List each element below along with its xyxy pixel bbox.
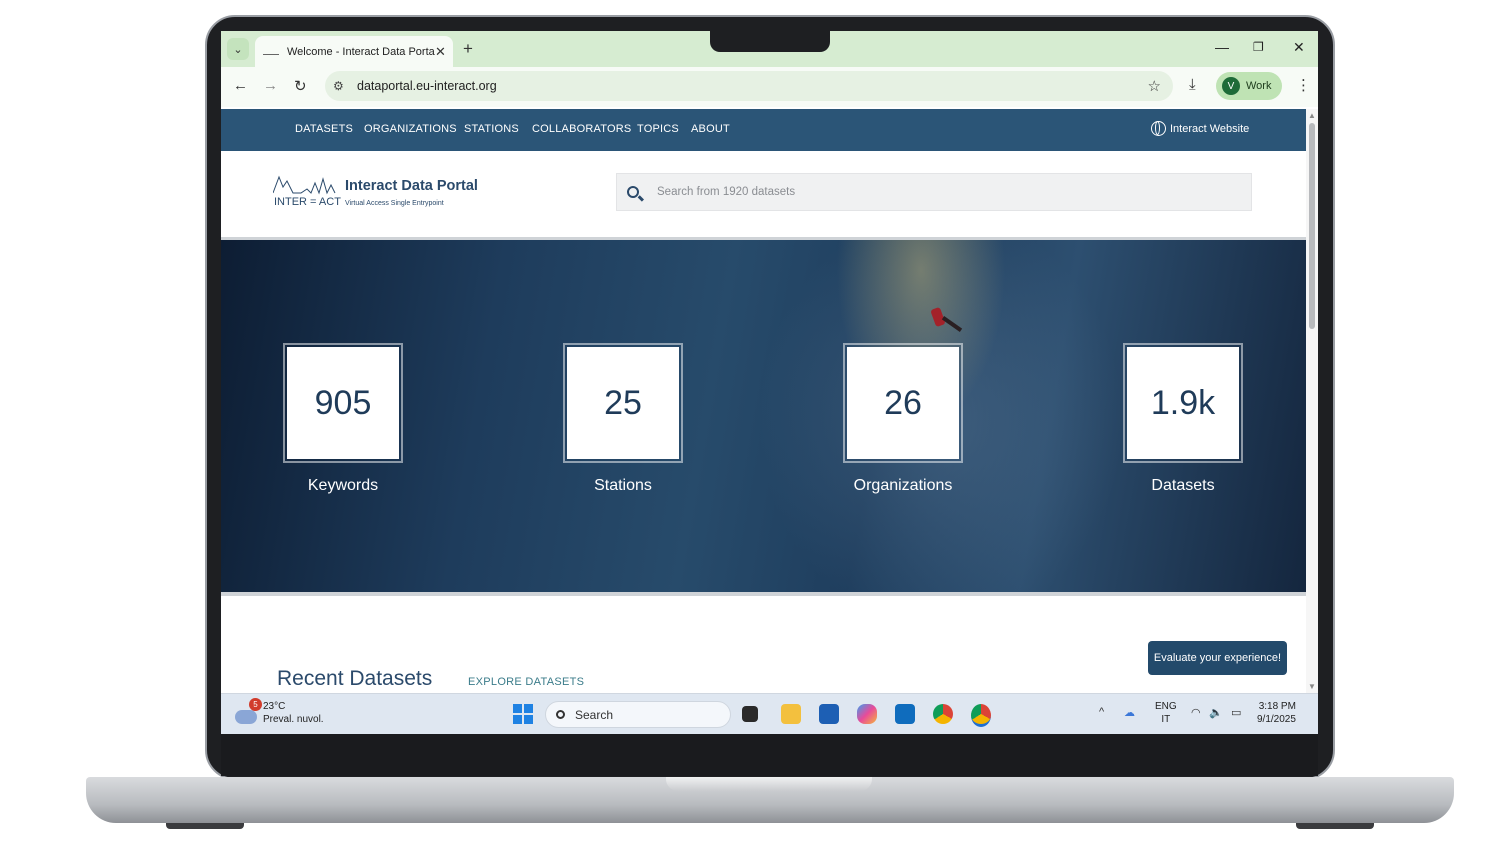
scroll-down-icon[interactable]: ▼ (1308, 682, 1316, 691)
stat-keywords-value: 905 (283, 343, 403, 463)
search-placeholder: Search from 1920 datasets (657, 186, 796, 198)
globe-icon (1151, 121, 1166, 136)
stat-stations[interactable]: 25 Stations (563, 343, 683, 495)
onedrive-cloud-icon[interactable]: ☁ (1124, 706, 1135, 719)
stat-keywords-label: Keywords (307, 477, 379, 494)
camera-notch (710, 30, 830, 52)
weather-badge: 5 (249, 698, 262, 711)
nav-datasets[interactable]: DATASETS (295, 123, 353, 135)
stat-datasets-label: Datasets (1151, 477, 1215, 494)
weather-text: 23°C Preval. nuvol. (263, 700, 324, 726)
profile-label: Work (1246, 80, 1272, 92)
wifi-icon[interactable]: ◠ (1191, 706, 1201, 719)
profile-button[interactable]: V Work (1216, 72, 1282, 100)
browser-menu-icon[interactable]: ⋮ (1296, 76, 1311, 94)
input-language[interactable]: ENG IT (1155, 700, 1177, 726)
site-nav-bar: DATASETS ORGANIZATIONS STATIONS COLLABOR… (221, 109, 1306, 151)
stat-stations-value: 25 (563, 343, 683, 463)
forward-arrow-icon[interactable]: → (263, 77, 278, 94)
logo-subtitle: Virtual Access Single Entrypoint (345, 200, 444, 207)
bookmark-star-icon[interactable]: ☆ (1148, 77, 1161, 95)
stat-datasets[interactable]: 1.9k Datasets (1123, 343, 1243, 495)
minimize-icon[interactable]: — (1215, 39, 1229, 55)
cloud-icon (235, 710, 257, 724)
recent-datasets-heading: Recent Datasets (277, 667, 433, 690)
stat-organizations-label: Organizations (853, 477, 953, 494)
logo-wordmark[interactable]: INTER = ACT (274, 196, 341, 208)
site-header: INTER = ACT Interact Data Portal Virtual… (221, 151, 1306, 237)
interact-website-link[interactable]: Interact Website (1151, 121, 1249, 136)
task-view-icon[interactable] (742, 706, 758, 722)
laptop-bezel-bottom (221, 734, 1318, 776)
clock-time: 3:18 PM (1258, 701, 1296, 712)
taskbar-search-icon (556, 710, 565, 719)
battery-icon[interactable]: ▭ (1231, 706, 1241, 719)
tab-favicon-icon (263, 48, 279, 55)
stat-organizations[interactable]: 26 Organizations (843, 343, 963, 495)
new-tab-button[interactable]: + (463, 39, 473, 59)
stat-organizations-value: 26 (843, 343, 963, 463)
restore-icon[interactable]: ❐ (1253, 40, 1264, 54)
download-icon[interactable]: ⤓ (1189, 76, 1196, 93)
hero-bottom-border (221, 592, 1306, 596)
tab-search-chevron-icon[interactable]: ⌄ (227, 38, 249, 60)
volume-icon[interactable]: 🔈 (1209, 706, 1223, 719)
search-icon (627, 186, 639, 198)
tab-title: Welcome - Interact Data Portal (287, 45, 435, 58)
stat-keywords[interactable]: 905 Keywords (283, 343, 403, 495)
laptop-foot-left (166, 823, 244, 829)
back-arrow-icon[interactable]: ← (233, 77, 248, 94)
reload-icon[interactable]: ↻ (294, 77, 307, 95)
taskbar-search-box[interactable]: Search (545, 701, 731, 728)
climber-figure-legs (941, 316, 963, 332)
clock-date: 9/1/2025 (1257, 714, 1296, 725)
input-language-primary: ENG (1155, 701, 1177, 712)
nav-organizations[interactable]: ORGANIZATIONS (364, 123, 457, 135)
outlook-icon[interactable] (895, 704, 915, 724)
scroll-up-icon[interactable]: ▲ (1308, 111, 1316, 120)
system-clock[interactable]: 3:18 PM 9/1/2025 (1257, 700, 1296, 726)
evaluate-experience-button[interactable]: Evaluate your experience! (1148, 641, 1287, 675)
mountain-logo-icon[interactable] (273, 173, 339, 195)
url-text: dataportal.eu-interact.org (357, 79, 497, 93)
interact-website-label: Interact Website (1170, 122, 1250, 135)
stat-stations-label: Stations (594, 477, 652, 494)
explore-datasets-link[interactable]: EXPLORE DATASETS (468, 676, 584, 688)
screen: ⌄ Welcome - Interact Data Portal ✕ + — ❐… (221, 31, 1318, 734)
chrome-work-profile-icon[interactable] (971, 704, 991, 727)
hero-banner: 905 Keywords 25 Stations 26 Organization… (221, 240, 1306, 592)
chrome-icon[interactable] (933, 704, 953, 724)
laptop-base-notch (666, 777, 872, 791)
site-settings-icon[interactable]: ⚙ (333, 79, 347, 93)
windows-taskbar: 23°C Preval. nuvol. 5 Search ^ ☁ ENG IT … (221, 693, 1318, 734)
file-explorer-icon[interactable] (781, 704, 801, 724)
nav-collaborators[interactable]: COLLABORATORS (532, 123, 631, 135)
nav-topics[interactable]: TOPICS (637, 123, 679, 135)
close-window-icon[interactable]: ✕ (1293, 39, 1305, 56)
stat-datasets-value: 1.9k (1123, 343, 1243, 463)
input-language-secondary: IT (1161, 714, 1171, 725)
nav-stations[interactable]: STATIONS (464, 123, 519, 135)
weather-temperature: 23°C (263, 701, 286, 712)
taskbar-search-label: Search (575, 707, 614, 722)
browser-toolbar: ← → ↻ ⚙ dataportal.eu-interact.org ☆ ⤓ V… (221, 67, 1318, 107)
tray-overflow-chevron-icon[interactable]: ^ (1099, 706, 1104, 718)
logo-title[interactable]: Interact Data Portal (345, 178, 478, 194)
copilot-icon[interactable] (857, 704, 877, 724)
browser-tab[interactable]: Welcome - Interact Data Portal ✕ (255, 36, 453, 67)
address-bar[interactable]: ⚙ dataportal.eu-interact.org ☆ (325, 71, 1173, 101)
weather-description: Preval. nuvol. (263, 714, 324, 725)
nav-about[interactable]: ABOUT (691, 123, 730, 135)
windows-start-icon[interactable] (513, 704, 533, 724)
laptop-foot-right (1296, 823, 1374, 829)
microsoft-store-icon[interactable] (819, 704, 839, 724)
dataset-search-input[interactable]: Search from 1920 datasets (616, 173, 1252, 211)
tab-close-icon[interactable]: ✕ (435, 44, 453, 60)
profile-avatar: V (1222, 77, 1240, 95)
scrollbar-thumb[interactable] (1309, 123, 1315, 329)
